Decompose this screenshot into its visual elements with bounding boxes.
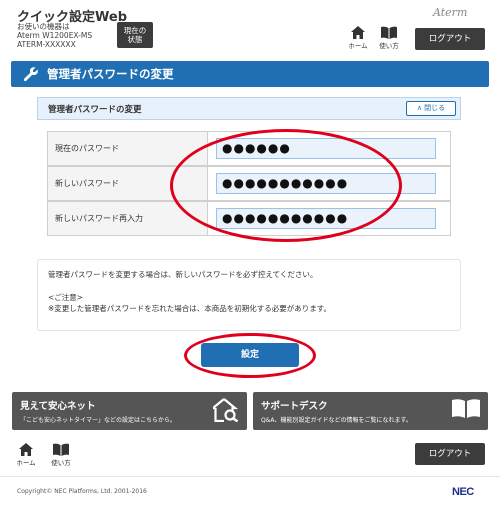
footer-home-button[interactable]: ホーム [14, 443, 38, 469]
status-button-label: 現在の [123, 26, 147, 35]
support-desk-banner[interactable]: サポートデスク Q&A、機能別設定ガイドなどの情報をご覧になれます。 [253, 392, 488, 430]
section-title: 管理者パスワードの変更 [47, 67, 174, 81]
device-info-line: お使いの機器は [17, 22, 70, 31]
book-icon [452, 399, 480, 418]
annotation-circle [170, 129, 402, 242]
book-icon [53, 443, 69, 456]
annotation-circle [184, 333, 316, 378]
notice-box: 管理者パスワードを変更する場合は、新しいパスワードを必ず控えてください。 <ご注… [37, 259, 461, 331]
nec-logo: NEC [452, 486, 474, 498]
logout-button[interactable]: ログアウト [415, 28, 485, 50]
device-info: お使いの機器は Aterm W1200EX-MS ATERM-XXXXXX [17, 22, 92, 49]
home-label: ホーム [348, 42, 368, 50]
device-info-line: ATERM-XXXXXX [17, 40, 76, 49]
current-status-button[interactable]: 現在の 状態 [117, 22, 153, 48]
close-button[interactable]: ∧ 閉じる [406, 101, 456, 116]
status-button-label: 状態 [127, 35, 143, 44]
help-label: 使い方 [51, 459, 71, 467]
promo-description: 「こども安心ネットタイマー」などの設定はこちらから。 [20, 417, 177, 424]
wrench-icon [23, 67, 38, 82]
panel-header: 管理者パスワードの変更 ∧ 閉じる [37, 97, 461, 120]
help-button[interactable]: 使い方 [377, 26, 401, 52]
footer-help-button[interactable]: 使い方 [49, 443, 73, 469]
chevron-up-icon: ∧ [416, 104, 422, 112]
promo-description: Q&A、機能別設定ガイドなどの情報をご覧になれます。 [261, 417, 412, 424]
header: クイック設定Web お使いの機器は Aterm W1200EX-MS ATERM… [0, 0, 500, 56]
notice-caution-heading: <ご注意> [48, 293, 84, 302]
home-icon [19, 443, 33, 456]
brand-logo: Aterm [433, 6, 468, 19]
promo-title: サポートデスク [261, 401, 328, 412]
home-icon [351, 26, 365, 39]
footer-divider [0, 476, 500, 477]
book-icon [381, 26, 397, 39]
section-title-bar: 管理者パスワードの変更 [11, 61, 489, 87]
footer-logout-button[interactable]: ログアウト [415, 443, 485, 465]
notice-text: 管理者パスワードを変更する場合は、新しいパスワードを必ず控えてください。 [48, 270, 318, 279]
help-label: 使い方 [379, 42, 399, 50]
device-info-line: Aterm W1200EX-MS [17, 31, 93, 40]
house-search-icon [213, 398, 239, 422]
notice-caution-text: ※変更した管理者パスワードを忘れた場合は、本商品を初期化する必要があります。 [48, 304, 332, 313]
home-label: ホーム [16, 459, 36, 467]
mieru-anshin-net-banner[interactable]: 見えて安心ネット 「こども安心ネットタイマー」などの設定はこちらから。 [12, 392, 247, 430]
close-label: 閉じる [424, 104, 446, 112]
home-button[interactable]: ホーム [346, 26, 370, 52]
copyright: Copyright© NEC Platforms, Ltd. 2001-2016 [17, 488, 147, 495]
promo-title: 見えて安心ネット [20, 401, 96, 412]
panel-title: 管理者パスワードの変更 [48, 105, 142, 115]
